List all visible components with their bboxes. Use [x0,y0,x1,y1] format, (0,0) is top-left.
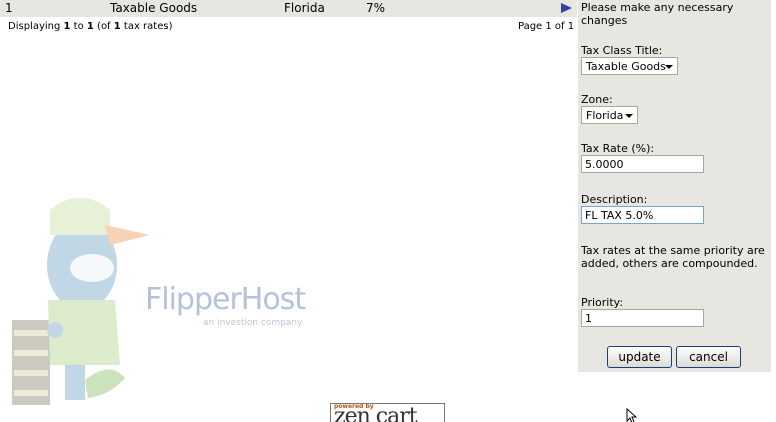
description-input[interactable]: FL TAX 5.0% [581,206,704,224]
cancel-button[interactable]: cancel [676,346,741,368]
priority-input[interactable]: 1 [581,309,704,327]
zone-label: Zone: [581,93,613,106]
tax-rate-input[interactable]: 5.0000 [581,155,704,173]
tax-rate-label: Tax Rate (%): [581,142,655,155]
flipperhost-logo: FlipperHost an investion company [145,282,306,328]
edit-tax-rate-panel: Please make any necessary changes Tax Cl… [578,0,771,372]
panel-heading: Please make any necessary changes [581,1,734,27]
update-button[interactable]: update [607,346,672,368]
zone-select[interactable]: Florida [581,106,638,124]
tax-rate-zone: Florida [284,1,325,15]
chevron-down-icon [665,65,673,69]
tax-rate-class: Taxable Goods [110,1,198,15]
priority-note: Tax rates at the same priority are added… [581,244,765,270]
tax-class-label: Tax Class Title: [581,44,663,57]
row-selected-icon [561,3,572,13]
tax-rate-value: 7% [366,1,386,15]
flipper-mascot-image [12,197,150,405]
priority-label: Priority: [581,296,624,309]
description-label: Description: [581,193,648,206]
chevron-down-icon [625,114,633,118]
mouse-pointer-icon [626,408,638,422]
zen-cart-logo[interactable]: powered by zen cart [330,403,445,422]
tax-class-select[interactable]: Taxable Goods [581,57,678,75]
page-indicator: Page 1 of 1 [518,21,575,32]
pagination-summary: Displaying 1 to 1 (of 1 tax rates) [8,21,173,32]
tax-rate-row[interactable]: 1 Taxable Goods Florida 7% [0,0,577,17]
tax-rate-id: 1 [5,1,13,15]
